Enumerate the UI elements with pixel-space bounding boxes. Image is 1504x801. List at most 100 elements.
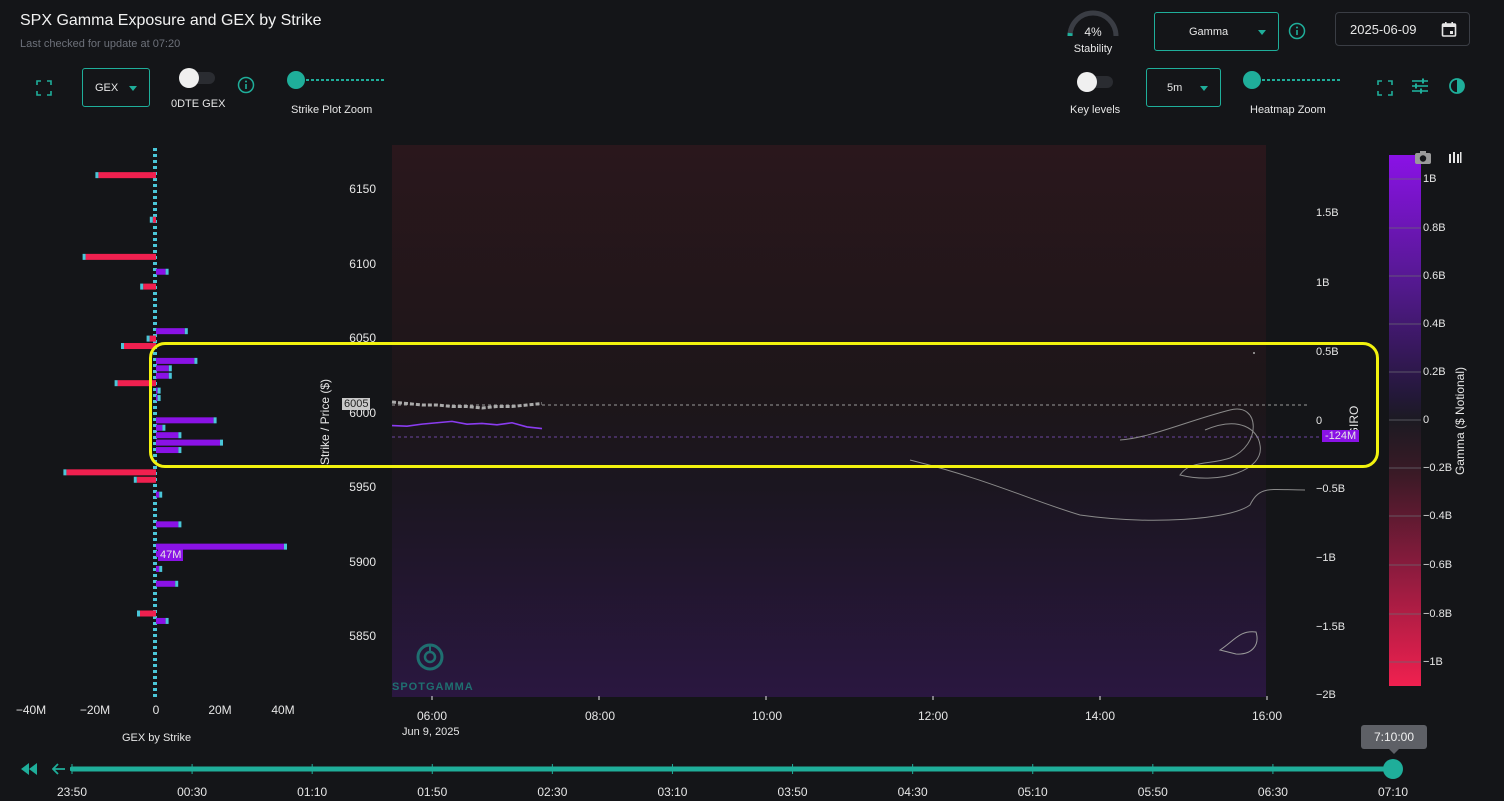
key-levels-label: Key levels	[1070, 104, 1121, 116]
gex-baseline-dot	[153, 670, 157, 673]
chevron-down-icon	[129, 85, 137, 91]
gex-baseline-dot	[153, 664, 157, 667]
rewind-icon[interactable]	[20, 762, 38, 776]
gex-baseline-dot	[153, 592, 157, 595]
gex-x-tick: −40M	[15, 703, 47, 717]
gex-select-value: GEX	[95, 81, 119, 94]
gex-baseline-dot	[153, 280, 157, 283]
strike-zoom-slider[interactable]	[284, 70, 386, 90]
sliders-icon[interactable]	[1411, 77, 1429, 95]
chevron-down-icon	[1258, 29, 1266, 35]
time-slider-label: 06:30	[1257, 785, 1288, 799]
colorbar-tick: −1B	[1423, 656, 1443, 668]
time-x-tick: 06:00	[416, 709, 448, 723]
gex-baseline-dot	[153, 598, 157, 601]
stability-label: Stability	[1073, 43, 1113, 55]
zero-dte-toggle[interactable]	[179, 68, 217, 88]
colorbar-tick: −0.4B	[1423, 510, 1453, 522]
time-slider[interactable]	[70, 756, 1410, 782]
time-x-tick: 08:00	[584, 709, 616, 723]
arrow-left-icon[interactable]	[52, 762, 66, 776]
gex-bar	[156, 328, 185, 335]
key-levels-toggle[interactable]	[1077, 72, 1115, 92]
gex-baseline-dot	[153, 304, 157, 307]
gex-baseline-dot	[153, 646, 157, 649]
gex-baseline-dot	[153, 604, 157, 607]
interval-select[interactable]: 5m	[1146, 68, 1221, 107]
gex-bar-cap	[159, 565, 163, 572]
colorbar-tick: 0	[1423, 414, 1430, 426]
time-slider-label: 03:50	[777, 785, 808, 799]
gex-baseline-dot	[153, 538, 157, 541]
gex-baseline-dot	[153, 514, 157, 517]
gamma-colorbar	[1389, 155, 1421, 686]
colorbar-tick: 1B	[1423, 173, 1437, 185]
contrast-icon[interactable]	[1448, 77, 1466, 95]
gex-baseline-dot	[153, 250, 157, 253]
colorbar-tick: −0.6B	[1423, 559, 1453, 571]
colorbar-label: Gamma ($ Notional)	[1453, 366, 1467, 476]
gex-baseline-dot	[153, 532, 157, 535]
date-picker[interactable]: 2025-06-09	[1335, 12, 1470, 46]
gex-baseline-dot	[153, 658, 157, 661]
time-slider-label: 00:30	[177, 785, 208, 799]
info-icon[interactable]	[1288, 22, 1306, 40]
gex-bar-cap	[178, 521, 182, 528]
gex-bar	[85, 253, 156, 260]
highlight-box	[149, 342, 1379, 468]
gex-bar	[156, 521, 179, 528]
gex-baseline-dot	[153, 148, 157, 151]
gex-annotation: 47M	[158, 549, 184, 561]
gex-bar	[152, 216, 156, 223]
gex-baseline-dot	[153, 322, 157, 325]
gex-baseline-dot	[153, 262, 157, 265]
time-slider-label: 01:10	[297, 785, 328, 799]
gex-bar-cap	[137, 610, 140, 617]
gex-baseline-dot	[153, 166, 157, 169]
heatmap-zoom-slider-handle[interactable]	[1243, 71, 1261, 89]
info-icon[interactable]	[237, 76, 255, 94]
strike-zoom-slider-handle[interactable]	[287, 71, 305, 89]
time-x-tick: 10:00	[751, 709, 783, 723]
gex-baseline-dot	[153, 178, 157, 181]
gex-baseline-dot	[153, 298, 157, 301]
expand-icon[interactable]	[1376, 79, 1394, 97]
time-slider-label: 05:50	[1137, 785, 1168, 799]
date-value: 2025-06-09	[1350, 22, 1417, 37]
calendar-icon[interactable]	[1441, 21, 1457, 37]
gex-baseline-dot	[153, 244, 157, 247]
zero-dte-toggle-knob	[179, 68, 199, 88]
time-x-tick: 14:00	[1084, 709, 1116, 723]
heatmap-zoom-slider[interactable]	[1240, 70, 1344, 90]
time-slider-tooltip: 7:10:00	[1361, 725, 1427, 749]
gex-bar-cap	[121, 343, 124, 350]
key-levels-toggle-knob	[1077, 72, 1097, 92]
gex-bar-cap	[175, 580, 179, 587]
stability-value: 4%	[1084, 25, 1102, 39]
metric-select[interactable]: Gamma	[1154, 12, 1279, 51]
gex-baseline-dot	[153, 214, 157, 217]
colorbar-tick: 0.4B	[1423, 318, 1446, 330]
gex-bar-cap	[140, 283, 144, 290]
gex-baseline-dot	[153, 202, 157, 205]
gex-x-tick: 0	[152, 703, 160, 717]
strike-zoom-label: Strike Plot Zoom	[291, 104, 373, 116]
giro-y-tick: −0.5B	[1316, 483, 1346, 495]
gex-x-tick: 40M	[271, 703, 295, 717]
camera-icon[interactable]	[1414, 150, 1432, 165]
gex-baseline-dot	[153, 160, 157, 163]
interval-select-value: 5m	[1167, 81, 1183, 94]
bars-icon[interactable]	[1448, 151, 1462, 163]
time-slider-handle[interactable]	[1383, 759, 1403, 779]
heatmap-zoom-label: Heatmap Zoom	[1250, 104, 1326, 116]
gex-bar-cap	[95, 172, 99, 179]
gex-x-tick: 20M	[208, 703, 232, 717]
colorbar-tick: 0.6B	[1423, 270, 1446, 282]
time-slider-label: 04:30	[897, 785, 928, 799]
expand-icon[interactable]	[35, 79, 53, 97]
metric-select-value: Gamma	[1189, 25, 1229, 38]
time-slider-label: 23:50	[56, 785, 88, 799]
gex-select[interactable]: GEX	[82, 68, 150, 107]
gex-bar	[98, 172, 156, 179]
giro-y-tick: −1.5B	[1316, 621, 1346, 633]
